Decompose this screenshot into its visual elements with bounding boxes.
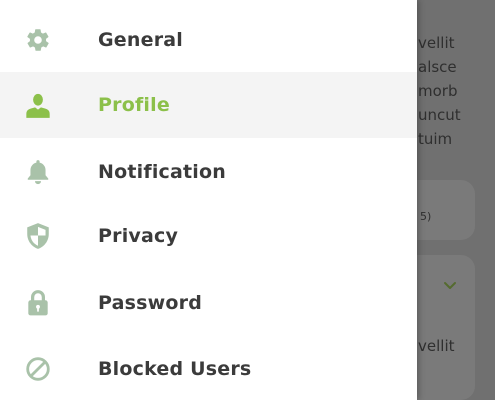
lock-icon <box>24 289 52 317</box>
menu-item-password[interactable]: Password <box>0 270 417 336</box>
settings-drawer: General Profile Notification Privacy Pas… <box>0 0 417 400</box>
menu-item-label: Privacy <box>98 225 179 247</box>
menu-item-blocked-users[interactable]: Blocked Users <box>0 336 417 400</box>
menu-item-general[interactable]: General <box>0 7 417 73</box>
background-text: uncut <box>418 106 461 124</box>
person-icon <box>24 91 52 119</box>
background-text: tuim <box>418 130 453 148</box>
menu-item-label: General <box>98 29 183 51</box>
menu-item-label: Password <box>98 292 203 314</box>
shield-icon <box>24 222 52 250</box>
background-text: vellit <box>418 337 455 355</box>
menu-item-label: Blocked Users <box>98 358 252 380</box>
settings-screen: vellit alsce morb uncut tuim 5) vellit G… <box>0 0 495 400</box>
background-small-text: 5) <box>420 210 432 223</box>
menu-item-profile[interactable]: Profile <box>0 72 417 138</box>
gear-icon <box>24 26 52 54</box>
chevron-down-icon <box>444 282 456 289</box>
background-text: alsce <box>418 58 457 76</box>
menu-item-notification[interactable]: Notification <box>0 139 417 205</box>
menu-item-label: Notification <box>98 161 226 183</box>
menu-item-privacy[interactable]: Privacy <box>0 203 417 269</box>
menu-item-label: Profile <box>98 94 170 116</box>
blocked-icon <box>24 355 52 383</box>
bell-icon <box>24 158 52 186</box>
background-text: morb <box>418 82 458 100</box>
background-text: vellit <box>418 34 455 52</box>
